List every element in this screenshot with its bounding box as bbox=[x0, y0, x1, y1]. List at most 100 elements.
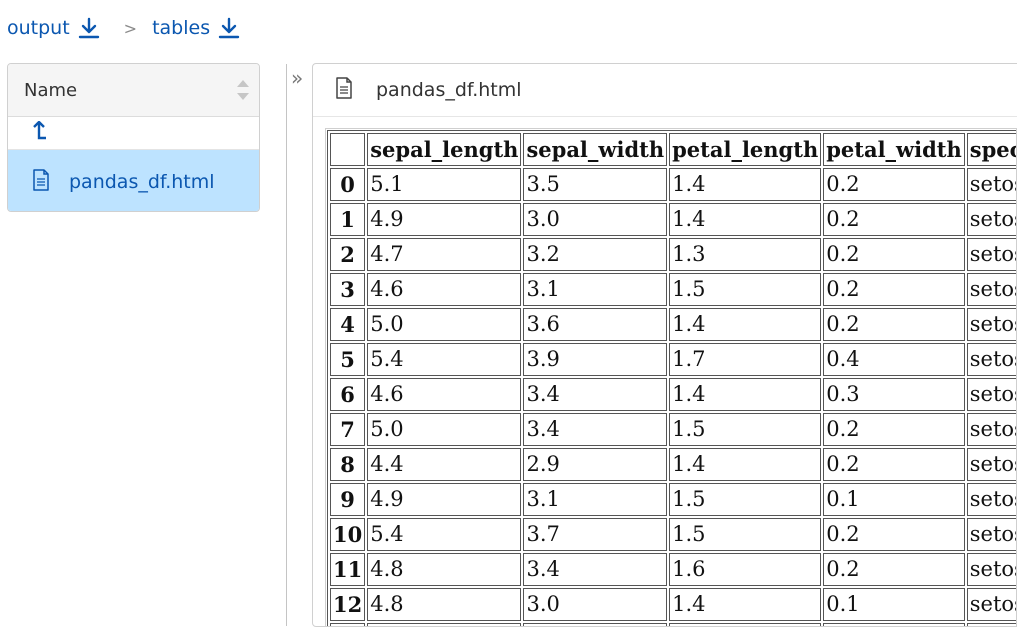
table-cell: setosa bbox=[966, 238, 1016, 271]
table-cell bbox=[823, 623, 965, 626]
table-cell: 3.1 bbox=[523, 483, 668, 516]
table-cell: 1.5 bbox=[669, 273, 822, 306]
table-cell: 5.0 bbox=[367, 308, 522, 341]
column-header: species bbox=[966, 133, 1016, 166]
row-index: 12 bbox=[330, 588, 366, 621]
table-cell: setosa bbox=[966, 588, 1016, 621]
table-cell: 5.0 bbox=[367, 413, 522, 446]
table-cell: 3.7 bbox=[523, 518, 668, 551]
table-cell: setosa bbox=[966, 483, 1016, 516]
dataframe-table: sepal_length sepal_width petal_length pe… bbox=[327, 130, 1016, 626]
table-cell: 1.4 bbox=[669, 588, 822, 621]
table-cell: 3.4 bbox=[523, 378, 668, 411]
table-cell: 0.1 bbox=[823, 483, 965, 516]
viewer-header: pandas_df.html bbox=[313, 64, 1017, 117]
table-cell: 5.4 bbox=[367, 343, 522, 376]
html-preview[interactable]: sepal_length sepal_width petal_length pe… bbox=[325, 128, 1017, 626]
name-column-header[interactable]: Name bbox=[8, 64, 259, 117]
document-icon bbox=[32, 168, 50, 195]
table-cell: setosa bbox=[966, 308, 1016, 341]
collapse-toggle-icon[interactable]: » bbox=[291, 68, 303, 88]
table-cell: 0.2 bbox=[823, 413, 965, 446]
table-cell: 1.4 bbox=[669, 378, 822, 411]
breadcrumb-tables-label[interactable]: tables bbox=[152, 17, 210, 39]
table-cell: 1.3 bbox=[669, 238, 822, 271]
row-index: 9 bbox=[330, 483, 366, 516]
panel-splitter[interactable] bbox=[286, 64, 287, 626]
table-cell: 4.8 bbox=[367, 588, 522, 621]
download-icon[interactable] bbox=[218, 17, 240, 39]
table-cell: 4.6 bbox=[367, 378, 522, 411]
row-index: 3 bbox=[330, 273, 366, 306]
file-row[interactable]: pandas_df.html bbox=[8, 150, 259, 211]
table-row: 94.93.11.50.1setosa bbox=[330, 483, 1016, 516]
table-row: 24.73.21.30.2setosa bbox=[330, 238, 1016, 271]
level-up-icon[interactable] bbox=[32, 120, 48, 145]
table-cell: 3.6 bbox=[523, 308, 668, 341]
table-cell: 1.4 bbox=[669, 203, 822, 236]
table-cell: setosa bbox=[966, 448, 1016, 481]
table-cell: 4.9 bbox=[367, 483, 522, 516]
table-cell: 1.5 bbox=[669, 483, 822, 516]
table-cell: 4.7 bbox=[367, 238, 522, 271]
table-cell: 1.4 bbox=[669, 308, 822, 341]
breadcrumb-tables[interactable]: tables bbox=[152, 17, 240, 39]
row-index: 0 bbox=[330, 168, 366, 201]
table-cell: setosa bbox=[966, 343, 1016, 376]
table-cell: 1.5 bbox=[669, 413, 822, 446]
column-header: petal_length bbox=[669, 133, 822, 166]
table-cell: setosa bbox=[966, 413, 1016, 446]
row-index bbox=[330, 623, 366, 626]
table-row: 34.63.11.50.2setosa bbox=[330, 273, 1016, 306]
file-name[interactable]: pandas_df.html bbox=[69, 171, 215, 193]
table-cell bbox=[367, 623, 522, 626]
parent-directory-row[interactable] bbox=[8, 117, 259, 150]
breadcrumb-output-label[interactable]: output bbox=[7, 17, 70, 39]
table-row: 64.63.41.40.3setosa bbox=[330, 378, 1016, 411]
table-row bbox=[330, 623, 1016, 626]
table-cell: 4.8 bbox=[367, 553, 522, 586]
table-cell: 0.2 bbox=[823, 238, 965, 271]
breadcrumb-output[interactable]: output bbox=[7, 17, 100, 39]
table-cell: 0.2 bbox=[823, 448, 965, 481]
table-cell: 5.1 bbox=[367, 168, 522, 201]
breadcrumb-separator: > bbox=[123, 18, 138, 38]
table-cell: setosa bbox=[966, 203, 1016, 236]
table-cell: setosa bbox=[966, 378, 1016, 411]
table-cell: 4.6 bbox=[367, 273, 522, 306]
download-icon[interactable] bbox=[78, 17, 100, 39]
column-header: petal_width bbox=[823, 133, 965, 166]
table-cell: 3.2 bbox=[523, 238, 668, 271]
table-cell: 0.2 bbox=[823, 203, 965, 236]
table-body: 05.13.51.40.2setosa14.93.01.40.2setosa24… bbox=[330, 168, 1016, 626]
table-row: 114.83.41.60.2setosa bbox=[330, 553, 1016, 586]
row-index: 2 bbox=[330, 238, 366, 271]
index-header bbox=[330, 133, 366, 166]
table-cell: 0.1 bbox=[823, 588, 965, 621]
table-cell: 1.5 bbox=[669, 518, 822, 551]
table-cell: 0.4 bbox=[823, 343, 965, 376]
table-row: 05.13.51.40.2setosa bbox=[330, 168, 1016, 201]
table-row: 55.43.91.70.4setosa bbox=[330, 343, 1016, 376]
table-cell: 1.4 bbox=[669, 168, 822, 201]
table-row: 84.42.91.40.2setosa bbox=[330, 448, 1016, 481]
row-index: 6 bbox=[330, 378, 366, 411]
table-cell: 0.2 bbox=[823, 168, 965, 201]
table-cell bbox=[523, 623, 668, 626]
table-cell: 3.4 bbox=[523, 553, 668, 586]
document-icon bbox=[335, 77, 353, 103]
sort-icon[interactable] bbox=[235, 77, 251, 103]
table-cell: 1.4 bbox=[669, 448, 822, 481]
row-index: 1 bbox=[330, 203, 366, 236]
table-cell: 0.2 bbox=[823, 553, 965, 586]
row-index: 4 bbox=[330, 308, 366, 341]
table-cell: 3.4 bbox=[523, 413, 668, 446]
table-row: 124.83.01.40.1setosa bbox=[330, 588, 1016, 621]
table-cell: 3.0 bbox=[523, 203, 668, 236]
column-header: sepal_length bbox=[367, 133, 522, 166]
row-index: 11 bbox=[330, 553, 366, 586]
table-cell: 1.7 bbox=[669, 343, 822, 376]
table-cell: setosa bbox=[966, 518, 1016, 551]
table-cell: 0.2 bbox=[823, 518, 965, 551]
table-row: 105.43.71.50.2setosa bbox=[330, 518, 1016, 551]
